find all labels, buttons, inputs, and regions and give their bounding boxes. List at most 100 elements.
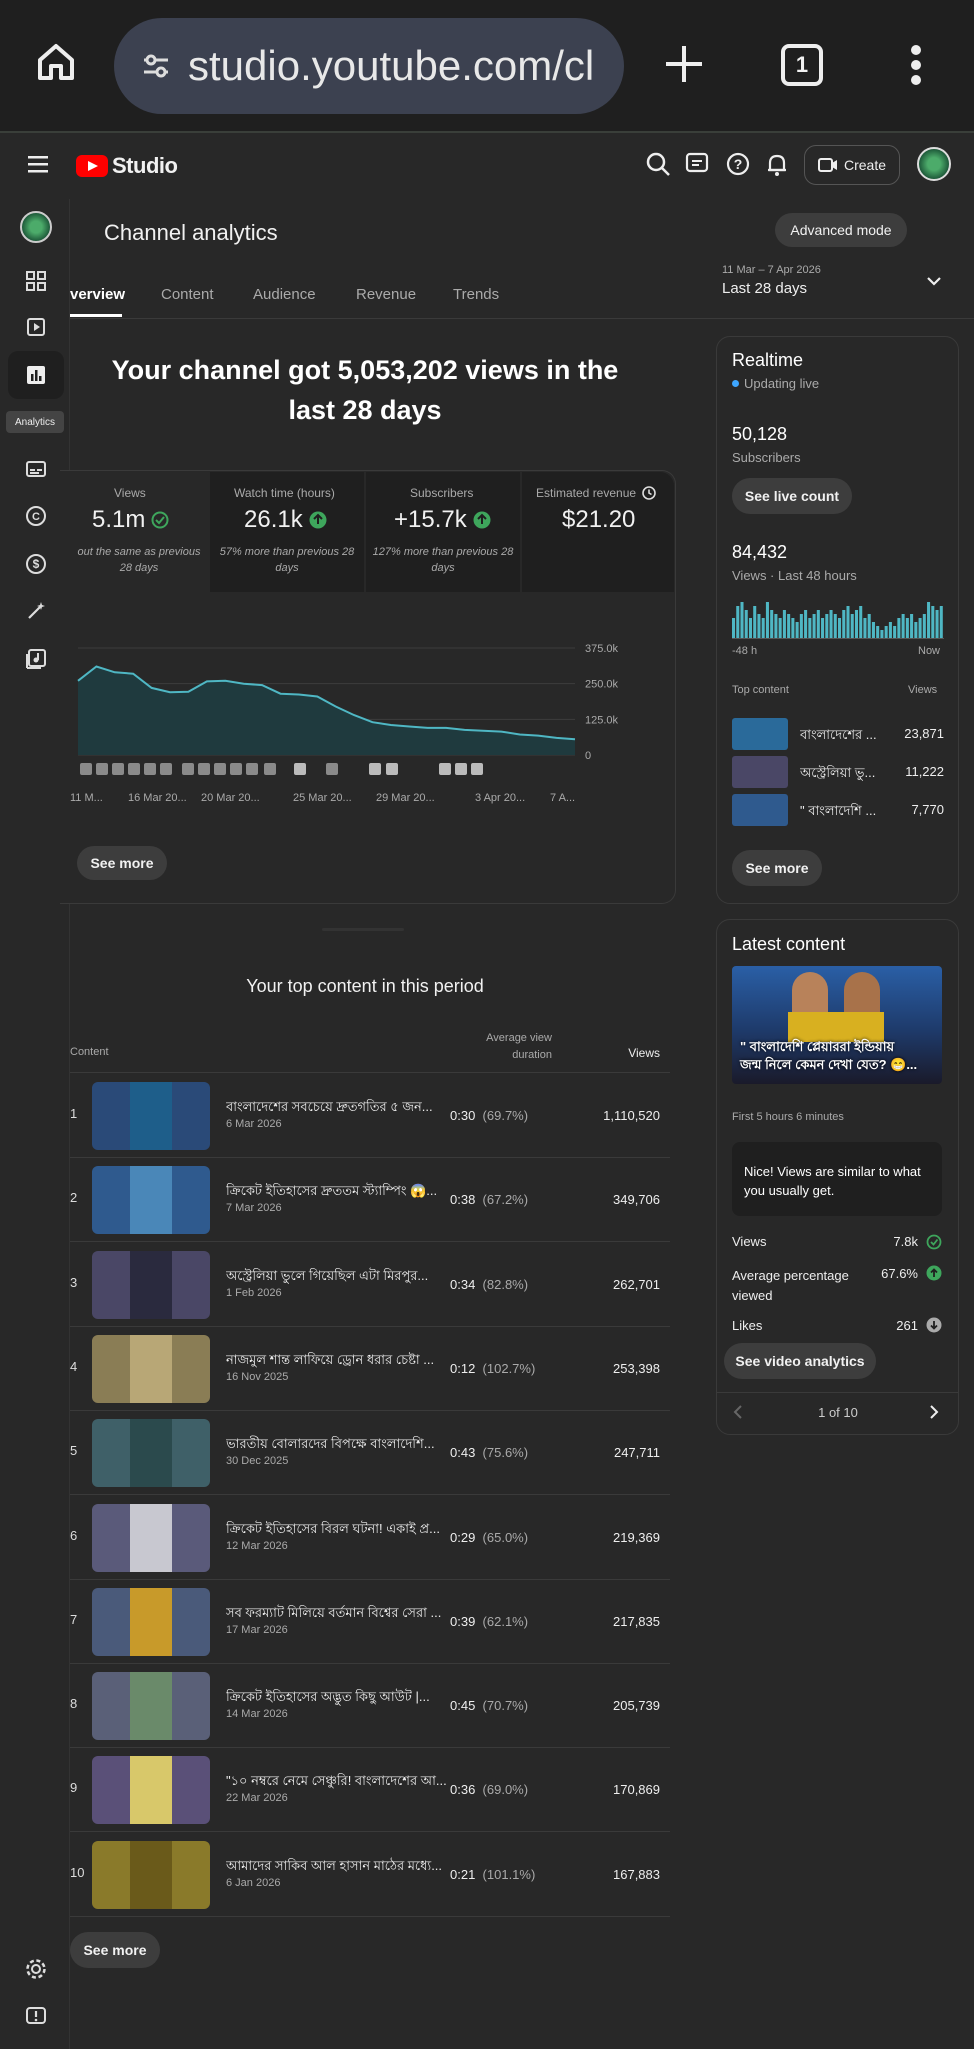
- video-title[interactable]: অস্ট্রেলিয়া ভুলে গিয়েছিল এটা মিরপুর...: [226, 1267, 446, 1288]
- realtime-bar: [838, 618, 842, 638]
- metric-tile-subscribers[interactable]: Subscribers +15.7k 127% more than previo…: [366, 472, 520, 592]
- audio-library-icon[interactable]: [22, 645, 50, 673]
- table-row[interactable]: 4 নাজমুল শান্ত লাফিয়ে ড্রোন ধরার চেষ্টা …: [70, 1327, 670, 1411]
- notifications-icon[interactable]: [764, 151, 792, 179]
- more-vert-icon[interactable]: [910, 44, 922, 86]
- duration-value: 0:34: [450, 1276, 476, 1292]
- table-row[interactable]: 6 ক্রিকেট ইতিহাসের বিরল ঘটনা! একাই প্র...…: [70, 1496, 670, 1580]
- video-thumbnail[interactable]: [92, 1334, 210, 1403]
- search-icon[interactable]: [645, 151, 673, 179]
- tab-switcher-button[interactable]: 1: [781, 44, 823, 86]
- channel-avatar[interactable]: [20, 211, 52, 243]
- video-title[interactable]: ভারতীয় বোলারদের বিপক্ষে বাংলাদেশি...: [226, 1435, 446, 1456]
- realtime-views-col: Views: [908, 684, 938, 696]
- video-thumbnail[interactable]: [92, 1840, 210, 1909]
- dashboard-icon[interactable]: [22, 267, 50, 295]
- col-header-avd: Average view duration: [460, 1030, 552, 1064]
- video-title[interactable]: বাংলাদেশের সবচেয়ে দ্রুতগতির ৫ জন...: [226, 1098, 446, 1119]
- realtime-top-item[interactable]: বাংলাদেশের ... 23,871: [732, 718, 944, 752]
- video-thumbnail[interactable]: [92, 1250, 210, 1319]
- tab-audience[interactable]: Audience: [253, 286, 316, 303]
- new-tab-icon[interactable]: [664, 44, 704, 84]
- realtime-bar-chart: [732, 602, 943, 638]
- chart-upload-marker: [230, 763, 242, 775]
- video-title[interactable]: নাজমুল শান্ত লাফিয়ে ড্রোন ধরার চেষ্টা .…: [226, 1351, 446, 1372]
- tab-content[interactable]: Content: [161, 286, 214, 303]
- analytics-tooltip: Analytics: [6, 411, 64, 433]
- advanced-mode-button[interactable]: Advanced mode: [775, 213, 907, 247]
- table-row[interactable]: 2 ক্রিকেট ইতিহাসের দ্রুততম স্ট্যাম্পিং 😱.…: [70, 1158, 670, 1243]
- insight-line-1: Nice! Views are similar to what: [744, 1164, 921, 1179]
- video-thumbnail[interactable]: [92, 1166, 210, 1235]
- video-thumbnail[interactable]: [92, 1419, 210, 1488]
- video-thumbnail[interactable]: [92, 1756, 210, 1825]
- video-title[interactable]: আমাদের সাকিব আল হাসান মাঠের মধ্যে...: [226, 1857, 446, 1878]
- realtime-top-item[interactable]: অস্ট্রেলিয়া ভু... 11,222: [732, 756, 944, 790]
- video-thumbnail[interactable]: [92, 1503, 210, 1572]
- updating-live-row: Updating live: [732, 376, 819, 391]
- see-live-count-label: See live count: [744, 488, 840, 504]
- table-row[interactable]: 9 "১০ নম্বরে নেমে সেঞ্চুরি! বাংলাদেশের আ.…: [70, 1748, 670, 1833]
- views-chart: 375.0k 250.0k 125.0k 0 11 M... 16 Mar 20... 20…: [70, 643, 619, 804]
- menu-icon[interactable]: [28, 155, 48, 173]
- metric-tile-revenue[interactable]: Estimated revenue $21.20: [522, 472, 674, 592]
- video-title[interactable]: ক্রিকেট ইতিহাসের অদ্ভুত কিছু আউট |...: [226, 1688, 446, 1709]
- video-thumbnail[interactable]: [92, 1672, 210, 1741]
- feedback-icon[interactable]: [685, 151, 713, 179]
- subtitles-icon[interactable]: [22, 455, 50, 483]
- avg-view-duration: 0:36 (69.0%): [450, 1782, 528, 1797]
- latest-views-value: 7.8k: [893, 1234, 918, 1249]
- tab-trends[interactable]: Trends: [453, 286, 499, 303]
- video-thumbnail[interactable]: [92, 1082, 210, 1150]
- table-row[interactable]: 1 বাংলাদেশের সবচেয়ে দ্রুতগতির ৫ জন... 6 M…: [70, 1074, 670, 1158]
- chevron-right-icon[interactable]: [928, 1404, 940, 1420]
- realtime-bar: [863, 618, 867, 638]
- video-title[interactable]: সব ফরম্যাট মিলিয়ে বর্তমান বিশ্বের সেরা …: [226, 1604, 446, 1625]
- account-avatar[interactable]: [917, 147, 951, 181]
- realtime-bar: [893, 626, 897, 638]
- url-bar[interactable]: studio.youtube.com/cl: [114, 18, 624, 114]
- table-row[interactable]: 10 আমাদের সাকিব আল হাসান মাঠের মধ্যে... 6 …: [70, 1833, 670, 1917]
- tab-overview[interactable]: verview: [70, 286, 125, 303]
- table-row[interactable]: 8 ক্রিকেট ইতিহাসের অদ্ভুত কিছু আউট |... 14…: [70, 1664, 670, 1749]
- copyright-icon[interactable]: C: [22, 502, 50, 530]
- overview-see-more-button[interactable]: See more: [77, 846, 167, 880]
- home-icon[interactable]: [34, 40, 78, 84]
- video-thumbnail[interactable]: [92, 1587, 210, 1656]
- help-icon[interactable]: ?: [725, 151, 753, 179]
- video-title[interactable]: ক্রিকেট ইতিহাসের বিরল ঘটনা! একাই প্র...: [226, 1520, 446, 1541]
- see-video-analytics-button[interactable]: See video analytics: [724, 1343, 876, 1379]
- analytics-icon[interactable]: [22, 361, 50, 389]
- realtime-top-item[interactable]: " বাংলাদেশি ... 7,770: [732, 794, 944, 828]
- tab-revenue[interactable]: Revenue: [356, 286, 416, 303]
- date-range-label: Last 28 days: [722, 280, 808, 297]
- date-range-selector[interactable]: 11 Mar – 7 Apr 2026 Last 28 days: [722, 264, 948, 304]
- site-info-icon[interactable]: [142, 52, 170, 80]
- video-title[interactable]: "১০ নম্বরে নেমে সেঞ্চুরি! বাংলাদেশের আ..…: [226, 1772, 446, 1793]
- table-row[interactable]: 5 ভারতীয় বোলারদের বিপক্ষে বাংলাদেশি... 30…: [70, 1411, 670, 1496]
- thumbnail-image: [130, 1587, 172, 1656]
- video-title[interactable]: ক্রিকেট ইতিহাসের দ্রুততম স্ট্যাম্পিং 😱..…: [226, 1182, 446, 1203]
- col-header-avd-line-1: Average view: [486, 1032, 552, 1044]
- metric-tile-watch-time[interactable]: Watch time (hours) 26.1k 57% more than p…: [210, 472, 364, 592]
- studio-logo[interactable]: Studio: [76, 151, 178, 181]
- latest-video-thumbnail[interactable]: " বাংলাদেশি প্লেয়াররা ইন্ডিয়ায় জন্ম ন…: [732, 966, 942, 1084]
- avg-view-duration: 0:43 (75.6%): [450, 1445, 528, 1460]
- content-icon[interactable]: [22, 313, 50, 341]
- see-live-count-button[interactable]: See live count: [732, 478, 852, 514]
- row-rank: 8: [70, 1696, 78, 1712]
- top-content-see-more-button[interactable]: See more: [70, 1932, 160, 1968]
- table-row[interactable]: 7 সব ফরম্যাট মিলিয়ে বর্তমান বিশ্বের সেরা…: [70, 1580, 670, 1664]
- metric-tile-views[interactable]: Views 5.1m out the same as previous 28 d…: [70, 472, 208, 592]
- realtime-views-value: 84,432: [732, 542, 788, 562]
- earn-icon[interactable]: $: [22, 550, 50, 578]
- create-button[interactable]: Create: [804, 145, 900, 185]
- customization-icon[interactable]: [22, 597, 50, 625]
- duration-percent: (67.2%): [482, 1192, 529, 1208]
- settings-icon[interactable]: [22, 1955, 50, 1983]
- table-row[interactable]: 3 অস্ট্রেলিয়া ভুলে গিয়েছিল এটা মিরপুর..…: [70, 1243, 670, 1327]
- realtime-see-more-button[interactable]: See more: [732, 850, 822, 886]
- table-header-divider: [70, 1072, 670, 1073]
- send-feedback-icon[interactable]: [22, 2003, 50, 2031]
- chevron-left-icon[interactable]: [732, 1404, 744, 1420]
